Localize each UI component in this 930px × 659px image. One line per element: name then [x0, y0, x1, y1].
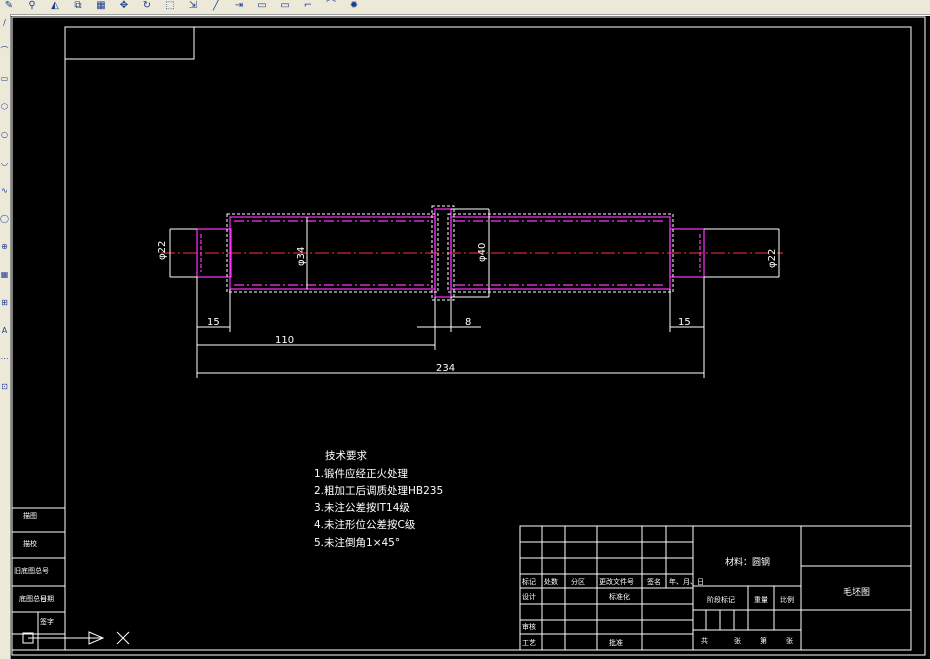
dim-len-right: 15 — [678, 317, 691, 328]
tb-scale: 比例 — [780, 595, 794, 604]
drawing-canvas[interactable]: φ22 φ34 φ40 φ22 15 110 8 15 234 技术要求 1.锻… — [11, 16, 930, 659]
move-icon[interactable]: ✥ — [117, 0, 131, 12]
tb-drawing-name: 毛坯图 — [843, 586, 870, 598]
chamfer-icon[interactable]: ⌐ — [301, 0, 315, 12]
offset-icon[interactable]: ⧉ — [71, 0, 85, 12]
tech-req-item: 4.未注形位公差按C级 — [314, 518, 416, 531]
explode-icon[interactable]: ✹ — [347, 0, 361, 12]
tb-check: 审核 — [522, 622, 536, 631]
tb-approve: 批准 — [609, 638, 623, 647]
tb-header-cell: 分区 — [571, 577, 585, 586]
tb-header-cell: 签名 — [647, 577, 661, 586]
array-icon[interactable]: ▦ — [94, 0, 108, 12]
draw-tool-icon[interactable]: ⊡ — [0, 382, 9, 392]
dim-len-collar: 8 — [465, 317, 471, 328]
tb-header-cell: 标记 — [522, 577, 536, 586]
draw-tool-icon[interactable]: ∿ — [0, 186, 9, 196]
draw-tool-icon[interactable]: ⊞ — [0, 298, 9, 308]
stretch-icon[interactable]: ⇲ — [186, 0, 200, 12]
left-col-label: 日期 — [40, 595, 54, 603]
draw-tool-icon[interactable]: ⋯ — [0, 354, 9, 364]
tech-req-item: 2.粗加工后调质处理HB235 — [314, 485, 443, 497]
tb-sheets: 第 — [760, 636, 767, 645]
left-col-label: 签字 — [40, 617, 54, 626]
draw-tool-icon[interactable]: ◯ — [0, 214, 9, 224]
drawing-svg: φ22 φ34 φ40 φ22 15 110 8 15 234 技术要求 1.锻… — [11, 16, 930, 659]
scale-icon[interactable]: ⬚ — [163, 0, 177, 12]
tech-req-title: 技术要求 — [325, 449, 367, 462]
tech-req-item: 3.未注公差按IT14级 — [314, 501, 410, 514]
draw-tool-icon[interactable]: ○ — [0, 130, 9, 140]
draw-tool-icon[interactable]: ◡ — [0, 158, 9, 168]
fillet-icon[interactable]: ⌒ — [324, 0, 338, 12]
modify-toolbar: ✎ ⚲ ◭ ⧉ ▦ ✥ ↻ ⬚ ⇲ ╱ ⇥ ▭ ▭ ⌐ ⌒ ✹ — [0, 0, 930, 15]
join-icon[interactable]: ▭ — [278, 0, 292, 12]
draw-tool-icon[interactable]: ▭ — [0, 74, 9, 84]
pencil-icon[interactable]: ✎ — [2, 0, 16, 12]
draw-tool-icon[interactable]: ⌒ — [0, 46, 9, 56]
tb-design: 设计 — [522, 592, 536, 601]
tb-material: 材料：圆钢 — [725, 556, 770, 568]
dim-dia-right: φ22 — [767, 249, 778, 268]
tb-header-cell: 年、月、日 — [669, 577, 704, 586]
tb-sheets: 张 — [734, 636, 741, 645]
link-icon[interactable]: ⚲ — [25, 0, 39, 12]
mirror-icon[interactable]: ◭ — [48, 0, 62, 12]
draw-tool-icon[interactable]: A — [0, 326, 9, 336]
draw-tool-icon[interactable]: ▦ — [0, 270, 9, 280]
break-icon[interactable]: ▭ — [255, 0, 269, 12]
tb-header-cell: 更改文件号 — [599, 577, 634, 586]
draw-tool-icon[interactable]: ⬡ — [0, 102, 9, 112]
left-col-label: 描校 — [23, 539, 37, 548]
rotate-icon[interactable]: ↻ — [140, 0, 154, 12]
dim-dia-body: φ34 — [296, 247, 307, 266]
extend-icon[interactable]: ⇥ — [232, 0, 246, 12]
dim-dia-left: φ22 — [157, 241, 168, 260]
trim-icon[interactable]: ╱ — [209, 0, 223, 12]
dim-dia-collar: φ40 — [477, 243, 488, 262]
left-col-label: 旧底图总号 — [14, 566, 49, 575]
tech-req-item: 1.锻件应经正火处理 — [314, 467, 409, 480]
tb-process: 工艺 — [522, 639, 536, 647]
tb-header-cell: 处数 — [544, 577, 558, 586]
tb-stage-mark: 阶段标记 — [707, 595, 735, 604]
tb-sheets: 共 — [701, 636, 708, 645]
tb-weight: 重量 — [754, 596, 768, 604]
dim-len-left: 15 — [207, 317, 220, 328]
dim-len-total: 234 — [436, 363, 455, 374]
draw-tool-icon[interactable]: ⊕ — [0, 242, 9, 252]
left-col-label: 描图 — [23, 511, 37, 520]
draw-tool-icon[interactable]: ∕ — [0, 18, 9, 28]
tb-standard: 标准化 — [609, 592, 630, 601]
dim-len-110: 110 — [275, 335, 294, 346]
tb-sheets: 张 — [786, 636, 793, 645]
draw-toolbar: ∕ ⌒ ▭ ⬡ ○ ◡ ∿ ◯ ⊕ ▦ ⊞ A ⋯ ⊡ — [0, 14, 11, 659]
tech-req-item: 5.未注倒角1×45° — [314, 536, 400, 549]
